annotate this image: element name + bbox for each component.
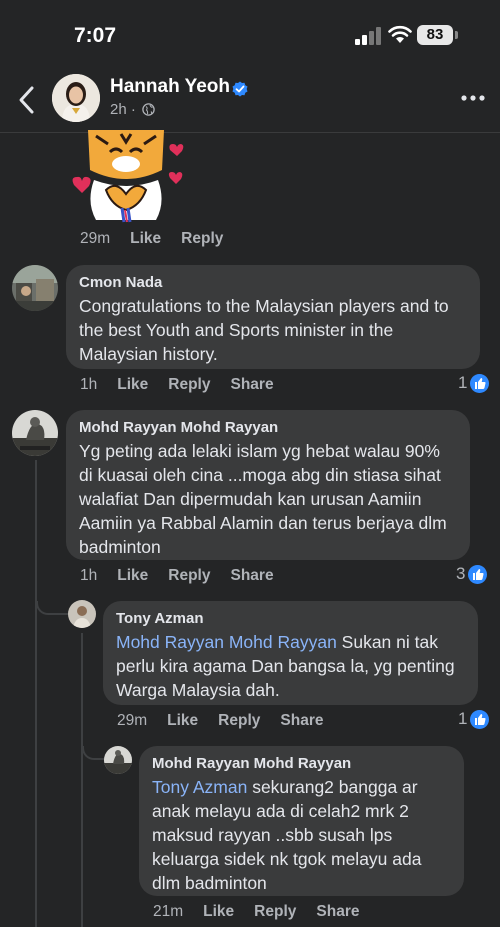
comment-time: 29m: [80, 230, 111, 247]
comment-bubble: Cmon Nada Congratulations to the Malaysi…: [66, 265, 480, 369]
cellular-signal-icon: [355, 27, 381, 45]
comment-text: Yg peting ada lelaki islam yg hebat wala…: [79, 441, 447, 557]
share-button[interactable]: Share: [230, 376, 273, 394]
comment-actions: 29m Like Reply Share: [117, 712, 323, 730]
like-button[interactable]: Like: [117, 376, 148, 394]
comment-author[interactable]: Mohd Rayyan Mohd Rayyan: [152, 755, 452, 772]
commenter-avatar[interactable]: [12, 410, 58, 456]
reaction-count[interactable]: 1: [458, 709, 490, 729]
thread-line: [35, 460, 37, 927]
reply-button[interactable]: Reply: [168, 376, 210, 394]
like-button[interactable]: Like: [203, 903, 234, 921]
avatar-photo: [12, 410, 58, 456]
thread-line: [81, 633, 83, 927]
thread-connector: [36, 601, 68, 615]
reaction-number: 1: [458, 373, 468, 392]
reply-button[interactable]: Reply: [168, 567, 210, 585]
mention-link[interactable]: Tony Azman: [152, 777, 247, 797]
comment-actions: 1h Like Reply Share: [80, 376, 274, 394]
comment-author[interactable]: Mohd Rayyan Mohd Rayyan: [79, 419, 458, 436]
comment-actions: 1h Like Reply Share: [80, 567, 274, 585]
commenter-avatar[interactable]: [104, 746, 132, 774]
reply-button[interactable]: Reply: [254, 903, 296, 921]
avatar-photo: [104, 746, 132, 774]
more-icon[interactable]: [460, 88, 486, 108]
tiger-sticker: [72, 130, 184, 223]
reply-button[interactable]: Reply: [218, 712, 260, 730]
commenter-avatar[interactable]: [68, 600, 96, 628]
avatar-photo: [68, 600, 96, 628]
share-button[interactable]: Share: [316, 903, 359, 921]
avatar-portrait: [52, 74, 100, 122]
post-header: Hannah Yeoh 2h ·: [0, 70, 500, 133]
reply-button[interactable]: Reply: [181, 230, 223, 248]
back-icon[interactable]: [16, 84, 38, 116]
share-button[interactable]: Share: [230, 567, 273, 585]
reaction-count[interactable]: 3: [456, 564, 488, 584]
like-button[interactable]: Like: [117, 567, 148, 585]
comment-text: Congratulations to the Malaysian players…: [79, 296, 449, 364]
status-time: 7:07: [74, 24, 117, 47]
comment-time: 29m: [117, 712, 148, 729]
commenter-avatar[interactable]: [12, 265, 58, 311]
reaction-count[interactable]: 1: [458, 373, 490, 393]
avatar-photo: [12, 265, 58, 311]
comment-bubble: Mohd Rayyan Mohd Rayyan Yg peting ada le…: [66, 410, 470, 560]
wifi-icon: [388, 25, 412, 43]
verified-icon: [232, 81, 248, 97]
comment-author[interactable]: Cmon Nada: [79, 274, 468, 291]
page-name[interactable]: Hannah Yeoh: [110, 76, 230, 98]
comment-actions: 21m Like Reply Share: [153, 903, 359, 921]
like-button[interactable]: Like: [167, 712, 198, 730]
share-button[interactable]: Share: [280, 712, 323, 730]
comment-text: Tony Azman sekurang2 bangga ar anak mela…: [152, 775, 452, 895]
reaction-number: 1: [458, 709, 468, 728]
status-bar: 7:07 83: [0, 0, 500, 70]
reaction-number: 3: [456, 564, 466, 583]
comment-bubble: Mohd Rayyan Mohd Rayyan Tony Azman sekur…: [139, 746, 464, 896]
comment-time: 1h: [80, 376, 98, 393]
thread-connector: [82, 746, 106, 760]
comment-time: 1h: [80, 567, 98, 584]
comment-time: 21m: [153, 903, 184, 920]
post-age: 2h ·: [110, 101, 136, 118]
thumbs-up-icon: [468, 564, 488, 584]
comment-bubble: Tony Azman Mohd Rayyan Mohd Rayyan Sukan…: [103, 601, 478, 705]
globe-icon: [142, 103, 155, 116]
thumbs-up-icon: [470, 709, 490, 729]
battery-indicator: 83: [417, 25, 453, 45]
comment-actions: 29m Like Reply: [80, 230, 223, 248]
mention-link[interactable]: Mohd Rayyan Mohd Rayyan: [116, 632, 337, 652]
battery-tip: [455, 31, 458, 39]
like-button[interactable]: Like: [130, 230, 161, 248]
comment-text: Mohd Rayyan Mohd Rayyan Sukan ni tak per…: [116, 630, 466, 702]
page-avatar[interactable]: [52, 74, 100, 122]
comment-author[interactable]: Tony Azman: [116, 610, 466, 627]
thumbs-up-icon: [470, 373, 490, 393]
